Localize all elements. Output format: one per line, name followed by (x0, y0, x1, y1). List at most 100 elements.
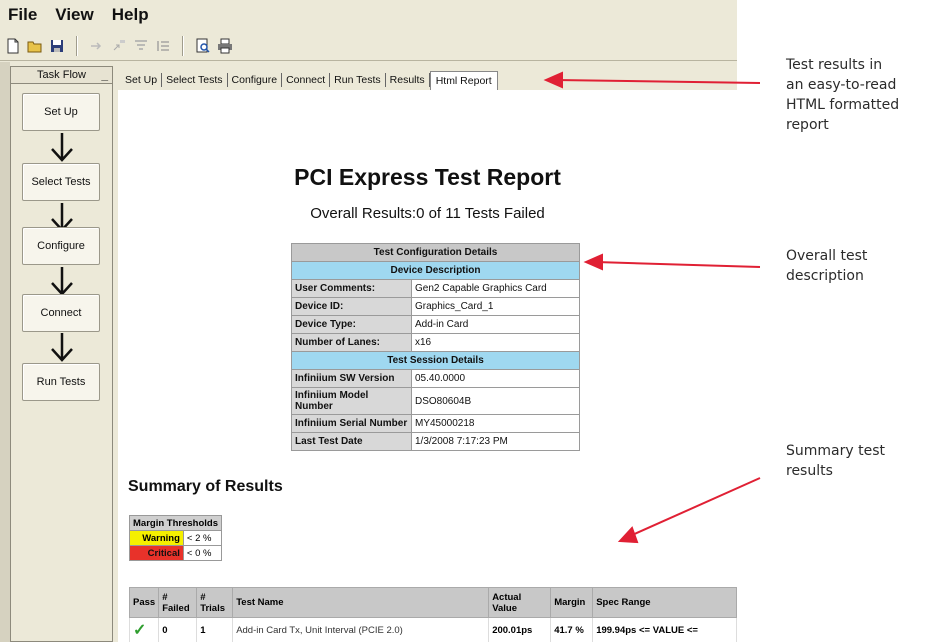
toolbar (0, 31, 737, 61)
html-report-pane: PCI Express Test Report Overall Results:… (118, 90, 737, 642)
table-row: Infiniium Model Number DSO80604B (291, 387, 580, 415)
task-flow-panel: Task Flow _ Set Up Select Tests Configur… (10, 66, 113, 642)
save-icon[interactable] (48, 37, 66, 55)
task-flow-header: Task Flow _ (11, 67, 112, 84)
filter-icon[interactable] (132, 37, 150, 55)
pass-check-icon: ✓ (128, 617, 160, 642)
results-table: Pass # Failed # Trials Test Name Actual … (128, 587, 737, 642)
step-select-tests[interactable]: Select Tests (22, 163, 100, 201)
select-icon[interactable] (110, 37, 128, 55)
annotation-html-report: Test results in an easy-to-read HTML for… (786, 55, 899, 135)
list-icon[interactable] (154, 37, 172, 55)
table-row: Number of Lanes: x16 (291, 333, 580, 352)
actual-value: 200.01ps (488, 617, 552, 642)
failed-count: 0 (158, 617, 198, 642)
annotation-line: HTML formatted (786, 97, 900, 113)
row-value: Graphics_Card_1 (411, 297, 580, 316)
trials-count: 1 (196, 617, 234, 642)
critical-value: < 0 % (182, 545, 222, 561)
annotation-line: an easy-to-read (786, 77, 897, 93)
open-folder-icon[interactable] (26, 37, 44, 55)
results-header-row: Pass # Failed # Trials Test Name Actual … (128, 587, 737, 618)
row-value: x16 (411, 333, 580, 352)
down-arrow-icon (51, 133, 73, 162)
annotation-line: Test results in (786, 57, 883, 73)
summary-title: Summary of Results (128, 478, 283, 495)
print-icon[interactable] (216, 37, 234, 55)
row-value: 05.40.0000 (411, 369, 580, 388)
down-arrow-icon (51, 333, 73, 362)
arrow-icon[interactable] (88, 37, 106, 55)
toolbar-separator (76, 35, 78, 56)
step-set-up[interactable]: Set Up (22, 93, 100, 131)
print-preview-icon[interactable] (194, 37, 212, 55)
margin-thresholds-table: Margin Thresholds Warning < 2 % Critical <… (129, 515, 222, 561)
row-label: Infiniium SW Version (291, 369, 412, 388)
tab-run-tests[interactable]: Run Tests (330, 73, 386, 87)
test-session-header: Test Session Details (291, 351, 580, 370)
device-description-header: Device Description (291, 261, 580, 280)
col-spec-range: Spec Range (592, 587, 737, 618)
annotation-summary-results: Summary test results (786, 441, 885, 481)
warning-value: < 2 % (182, 530, 222, 546)
menu-file[interactable]: File (8, 5, 37, 25)
row-label: User Comments: (291, 279, 412, 298)
col-trials: # Trials (196, 587, 234, 618)
tab-results[interactable]: Results (386, 73, 430, 87)
row-value: MY45000218 (411, 414, 580, 433)
row-label: Device ID: (291, 297, 412, 316)
toolbar-separator (182, 35, 184, 56)
step-configure[interactable]: Configure (22, 227, 100, 265)
new-file-icon[interactable] (4, 37, 22, 55)
menu-view[interactable]: View (55, 5, 93, 25)
tab-bar: Set Up Select Tests Configure Connect Ru… (121, 70, 498, 90)
row-value: Add-in Card (411, 315, 580, 334)
table-row: Device Type: Add-in Card (291, 315, 580, 334)
tab-configure[interactable]: Configure (228, 73, 283, 87)
spec-range: 199.94ps <= VALUE <= (592, 617, 737, 642)
configuration-table: Test Configuration Details Device Descri… (291, 243, 580, 451)
table-row: Infiniium SW Version 05.40.0000 (291, 369, 580, 388)
table-row: Infiniium Serial Number MY45000218 (291, 414, 580, 433)
col-test-name: Test Name (232, 587, 490, 618)
menu-bar: File View Help (0, 0, 737, 30)
overall-results: Overall Results:0 of 11 Tests Failed (310, 205, 545, 222)
annotation-line: description (786, 268, 864, 284)
col-actual-value: Actual Value (488, 587, 552, 618)
col-margin: Margin (550, 587, 594, 618)
minimize-button[interactable]: _ (101, 68, 108, 82)
tab-set-up[interactable]: Set Up (121, 73, 163, 87)
col-failed: # Failed (158, 587, 198, 618)
table-row: User Comments: Gen2 Capable Graphics Card (291, 279, 580, 298)
left-strip (0, 62, 10, 642)
row-label: Device Type: (291, 315, 412, 334)
step-connect[interactable]: Connect (22, 294, 100, 332)
table-row[interactable]: ✓ 0 1 Add-in Card Tx, Unit Interval (PCI… (128, 617, 737, 642)
table-row: Last Test Date 1/3/2008 7:17:23 PM (291, 432, 580, 451)
step-run-tests[interactable]: Run Tests (22, 363, 100, 401)
margin-value: 41.7 % (550, 617, 594, 642)
tab-select-tests[interactable]: Select Tests (162, 73, 228, 87)
test-name-link[interactable]: Add-in Card Tx, Unit Interval (PCIE 2.0) (232, 617, 490, 642)
row-value: 1/3/2008 7:17:23 PM (411, 432, 580, 451)
row-label: Number of Lanes: (291, 333, 412, 352)
col-pass: Pass (128, 587, 160, 618)
row-value: DSO80604B (411, 387, 580, 415)
row-label: Last Test Date (291, 432, 412, 451)
report-title: PCI Express Test Report (294, 164, 561, 190)
row-value: Gen2 Capable Graphics Card (411, 279, 580, 298)
row-label: Infiniium Serial Number (291, 414, 412, 433)
thresholds-header: Margin Thresholds (129, 515, 222, 531)
annotation-line: report (786, 117, 829, 133)
application-window: File View Help Task Flow _ Set Up Select… (0, 0, 737, 642)
table-row: Device ID: Graphics_Card_1 (291, 297, 580, 316)
menu-help[interactable]: Help (112, 5, 149, 25)
task-flow-title: Task Flow (37, 69, 86, 81)
annotation-overall-description: Overall test description (786, 246, 867, 286)
critical-label: Critical (129, 545, 184, 561)
annotation-line: results (786, 463, 833, 479)
tab-connect[interactable]: Connect (282, 73, 331, 87)
row-label: Infiniium Model Number (291, 387, 412, 415)
tab-html-report[interactable]: Html Report (429, 70, 498, 90)
annotation-line: Overall test (786, 248, 868, 264)
